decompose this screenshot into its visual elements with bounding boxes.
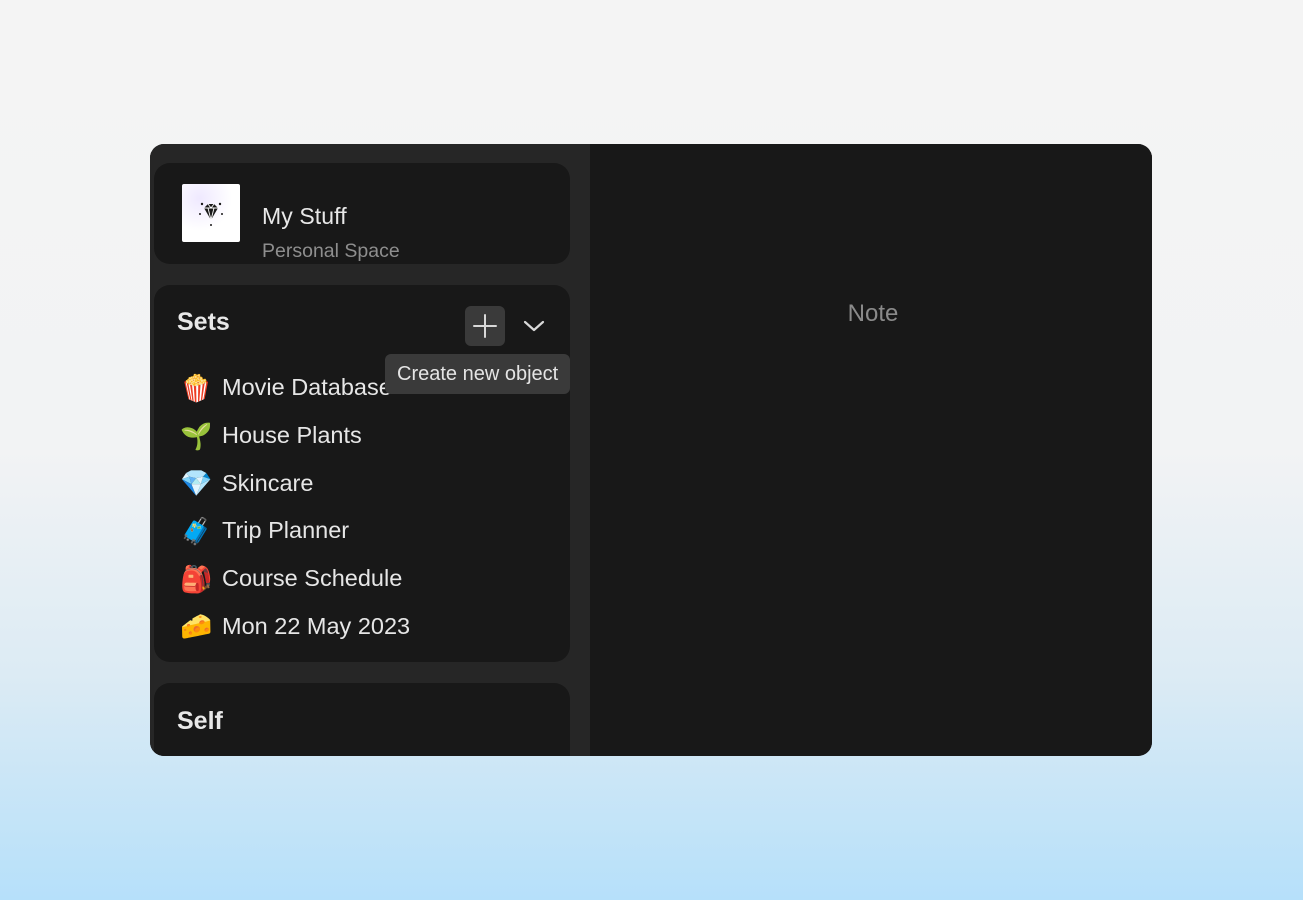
set-item-house-plants[interactable]: 🌱 House Plants <box>180 412 560 460</box>
set-item-label: Skincare <box>222 469 314 496</box>
set-item-skincare[interactable]: 💎 Skincare <box>180 459 560 507</box>
space-subtitle: Personal Space <box>262 240 400 262</box>
chevron-down-icon <box>523 320 545 332</box>
app-window: My Stuff Personal Space Sets 🍿 Movie Dat… <box>150 144 1152 756</box>
space-title: My Stuff <box>262 203 347 229</box>
main-panel: Note <box>590 144 1152 756</box>
set-item-trip-planner[interactable]: 🧳 Trip Planner <box>180 507 560 555</box>
space-card[interactable]: My Stuff Personal Space <box>154 163 570 264</box>
self-section-title[interactable]: Self <box>177 707 223 736</box>
plus-icon <box>473 314 497 338</box>
set-item-label: Course Schedule <box>222 565 403 592</box>
set-item-label: House Plants <box>222 422 362 449</box>
gem-icon: 💎 <box>180 468 213 499</box>
create-object-tooltip: Create new object <box>385 354 571 394</box>
cheese-icon: 🧀 <box>180 611 213 642</box>
add-object-button[interactable] <box>465 306 505 346</box>
set-item-label: Trip Planner <box>222 517 350 544</box>
sets-section-title[interactable]: Sets <box>177 308 230 337</box>
sets-list: 🍿 Movie Database 🌱 House Plants 💎 Skinca… <box>180 364 560 650</box>
set-item-course-schedule[interactable]: 🎒 Course Schedule <box>180 555 560 603</box>
backpack-icon: 🎒 <box>180 563 213 594</box>
seedling-icon: 🌱 <box>180 420 213 451</box>
set-item-label: Movie Database <box>222 374 392 401</box>
popcorn-icon: 🍿 <box>180 372 213 403</box>
diamond-logo-icon <box>182 184 240 242</box>
set-item-mon-22-may-2023[interactable]: 🧀 Mon 22 May 2023 <box>180 602 560 650</box>
note-label: Note <box>847 300 899 327</box>
set-item-label: Mon 22 May 2023 <box>222 612 411 639</box>
suitcase-icon: 🧳 <box>180 515 213 546</box>
sidebar: My Stuff Personal Space Sets 🍿 Movie Dat… <box>150 144 590 756</box>
collapse-sets-button[interactable] <box>522 314 546 338</box>
